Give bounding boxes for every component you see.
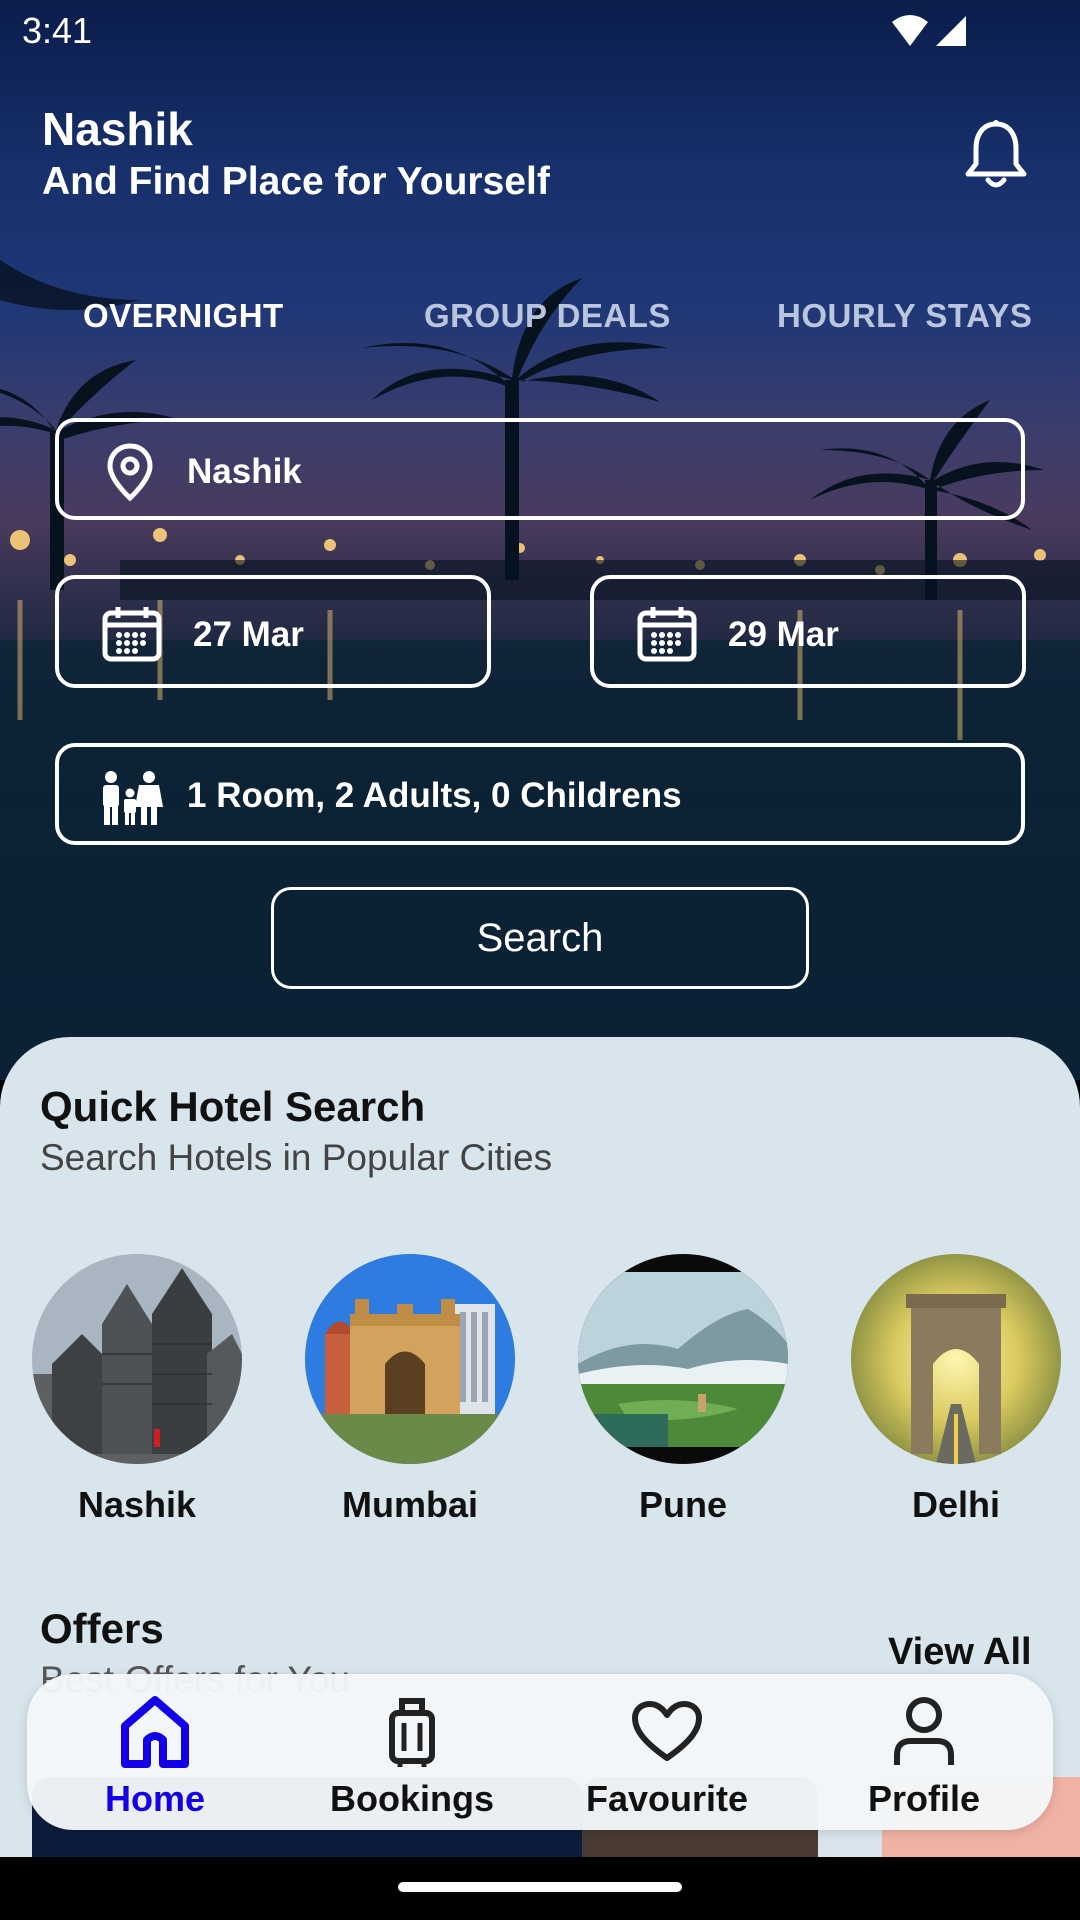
location-value: Nashik: [187, 452, 302, 491]
location-pin-icon: [104, 442, 156, 511]
city-card-mumbai[interactable]: Mumbai: [305, 1254, 515, 1526]
wifi-icon: [892, 15, 928, 46]
check-in-field[interactable]: 27 Mar: [55, 575, 491, 688]
status-time: 3:41: [22, 10, 93, 51]
nav-bookings[interactable]: Bookings: [312, 1692, 512, 1820]
city-image-mumbai: [305, 1254, 515, 1464]
nav-bookings-label: Bookings: [329, 1778, 494, 1819]
city-image-pune: [578, 1254, 788, 1464]
city-name-nashik: Nashik: [77, 1484, 197, 1525]
city-card-pune[interactable]: Pune: [578, 1254, 788, 1526]
check-out-value: 29 Mar: [728, 615, 839, 654]
city-image-nashik: [32, 1254, 242, 1464]
heart-icon: [567, 1692, 767, 1772]
city-image-delhi: [851, 1254, 1061, 1464]
calendar-icon: [101, 605, 163, 672]
quick-search-subtitle: Search Hotels in Popular Cities: [40, 1137, 553, 1178]
guests-field[interactable]: 1 Room, 2 Adults, 0 Childrens: [55, 743, 1025, 845]
nav-profile[interactable]: Profile: [824, 1692, 1024, 1820]
person-icon: [824, 1692, 1024, 1772]
offers-title: Offers: [40, 1605, 164, 1652]
city-card-nashik[interactable]: Nashik: [32, 1254, 242, 1526]
nav-favourite-label: Favourite: [585, 1778, 749, 1819]
page-subtitle: And Find Place for Yourself: [42, 160, 550, 203]
nav-favourite[interactable]: Favourite: [567, 1692, 767, 1820]
search-button[interactable]: Search: [271, 887, 809, 989]
bell-icon[interactable]: [962, 118, 1030, 190]
calendar-icon: [636, 605, 698, 672]
nav-home[interactable]: Home: [55, 1692, 255, 1820]
check-in-value: 27 Mar: [193, 615, 304, 654]
status-icons: [890, 14, 970, 53]
bottom-navigation: Home Bookings Favourite Profile: [27, 1674, 1053, 1830]
page-title: Nashik: [42, 103, 193, 155]
family-icon: [99, 769, 163, 836]
tab-group-deals[interactable]: GROUP DEALS: [424, 297, 671, 335]
tab-overnight[interactable]: OVERNIGHT: [83, 297, 284, 335]
check-out-field[interactable]: 29 Mar: [590, 575, 1026, 688]
home-icon: [55, 1692, 255, 1772]
city-name-pune: Pune: [638, 1484, 727, 1525]
nav-home-label: Home: [104, 1778, 206, 1819]
quick-search-title: Quick Hotel Search: [40, 1083, 426, 1130]
city-name-delhi: Delhi: [911, 1484, 1000, 1525]
cellular-signal-icon: [936, 16, 966, 46]
city-card-delhi[interactable]: Delhi: [851, 1254, 1061, 1526]
guests-value: 1 Room, 2 Adults, 0 Childrens: [187, 776, 682, 815]
location-field[interactable]: Nashik: [55, 418, 1025, 520]
city-name-mumbai: Mumbai: [341, 1484, 478, 1525]
nav-profile-label: Profile: [867, 1778, 981, 1819]
luggage-icon: [312, 1692, 512, 1772]
tab-hourly-stays[interactable]: HOURLY STAYS: [777, 297, 1032, 335]
view-all-link[interactable]: View All: [888, 1631, 1032, 1674]
home-gesture-bar[interactable]: [398, 1882, 682, 1892]
